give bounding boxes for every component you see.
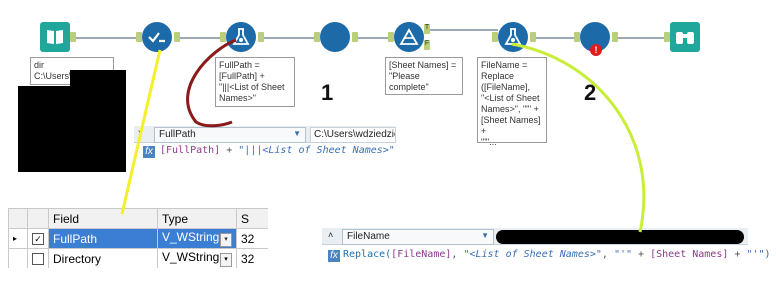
lime-arrow	[511, 42, 646, 233]
yellow-arrow	[120, 49, 162, 215]
darkred-arrow	[186, 38, 237, 128]
arrows-overlay	[120, 38, 646, 233]
